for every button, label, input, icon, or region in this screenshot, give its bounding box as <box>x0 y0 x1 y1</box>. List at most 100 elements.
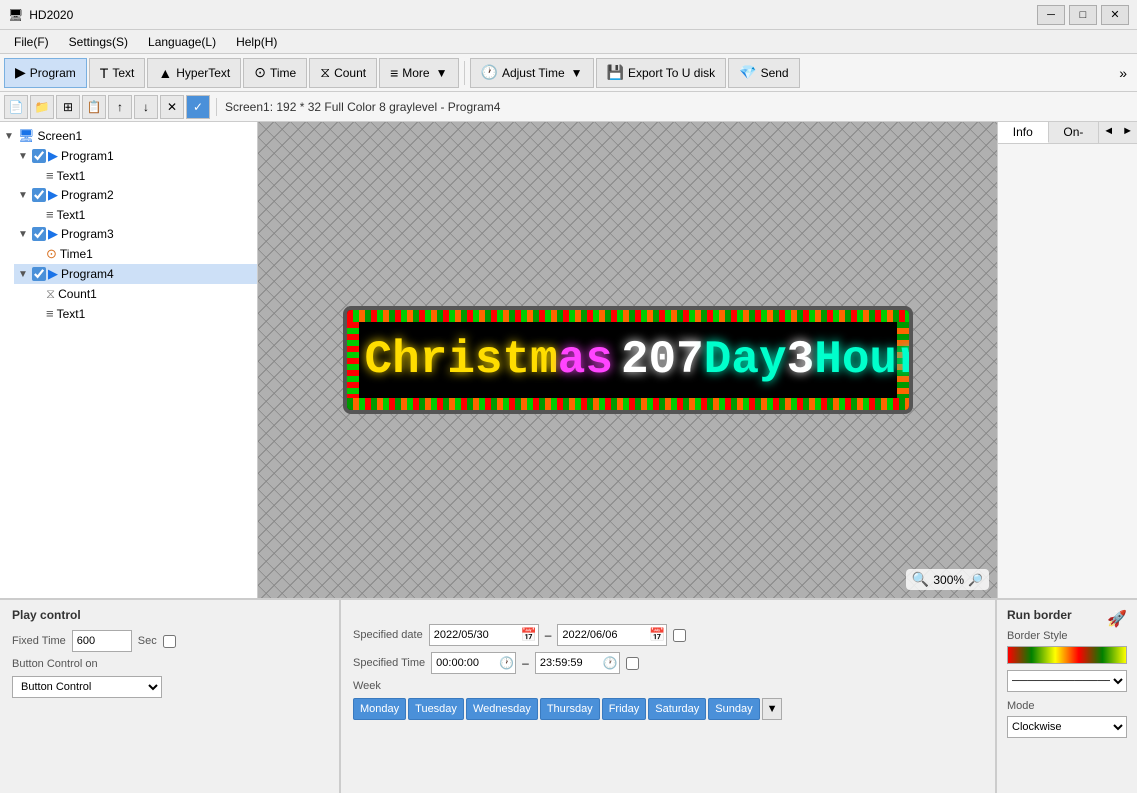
sec-label: Sec <box>138 635 157 647</box>
time-checkbox[interactable] <box>626 657 639 670</box>
cal-to-icon[interactable]: 📅 <box>649 627 665 643</box>
minimize-button[interactable]: ─ <box>1037 5 1065 25</box>
sunday-btn[interactable]: Sunday <box>708 698 759 720</box>
menu-file[interactable]: File(F) <box>4 33 59 51</box>
zoom-in-icon[interactable]: 🔍 <box>912 571 929 588</box>
program1-icon: ▶ <box>48 148 58 164</box>
time-to-wrap: 🕐 <box>535 652 620 674</box>
tree-label-count1: Count1 <box>58 287 97 301</box>
tree-arrow-program3: ▼ <box>18 229 32 240</box>
time-from-wrap: 🕐 <box>431 652 516 674</box>
led-content: Christm as 207 Day 3 Hour <box>359 322 897 398</box>
new-button[interactable]: 📄 <box>4 95 28 119</box>
send-button[interactable]: 💎 Send <box>728 58 799 88</box>
tree-label-program3: Program3 <box>61 227 114 241</box>
time-button[interactable]: ⊙ Time <box>243 58 307 88</box>
count-button[interactable]: ⧖ Count <box>309 58 377 88</box>
move-up-button[interactable]: ↑ <box>108 95 132 119</box>
led-hour-text: Hour <box>814 334 912 386</box>
adjust-time-button[interactable]: 🕐 Adjust Time ▼ <box>470 58 594 88</box>
rocket-icon: 🚀 <box>1107 609 1127 629</box>
check-button[interactable]: ✓ <box>186 95 210 119</box>
program2-checkbox[interactable] <box>32 188 46 202</box>
wednesday-btn[interactable]: Wednesday <box>466 698 538 720</box>
zoom-bar: 🔍 300% 🔎 <box>906 569 989 590</box>
more-button[interactable]: ≡ More ▼ <box>379 58 458 88</box>
hypertext-button[interactable]: ▲ HyperText <box>147 58 241 88</box>
tree-label-text1b: Text1 <box>57 208 86 222</box>
menu-language[interactable]: Language(L) <box>138 33 226 51</box>
button-control-select[interactable]: Button Control <box>12 676 162 698</box>
friday-btn[interactable]: Friday <box>602 698 647 720</box>
tree-item-program1[interactable]: ▼ ▶ Program1 <box>14 146 257 166</box>
clock-to-icon[interactable]: 🕐 <box>603 656 618 670</box>
border-style-select[interactable]: ────────────── <box>1007 670 1127 692</box>
more-dropdown-icon: ▼ <box>436 66 448 80</box>
tab-on[interactable]: On- <box>1049 122 1100 143</box>
button-control-row: Button Control on <box>12 658 327 670</box>
led-count-text: 207 <box>621 334 704 386</box>
specified-time-label: Specified Time <box>353 657 425 669</box>
close-button[interactable]: ✕ <box>1101 5 1129 25</box>
program-button[interactable]: ▶ Program <box>4 58 87 88</box>
week-label: Week <box>353 680 381 692</box>
tree-item-text1c[interactable]: ≡ Text1 <box>28 304 257 323</box>
menu-settings[interactable]: Settings(S) <box>59 33 138 51</box>
tree-item-program3[interactable]: ▼ ▶ Program3 <box>14 224 257 244</box>
schedule-spacer <box>353 608 983 624</box>
maximize-button[interactable]: □ <box>1069 5 1097 25</box>
main-toolbar: ▶ Program T Text ▲ HyperText ⊙ Time ⧖ Co… <box>0 54 1137 92</box>
copy-button[interactable]: ⊞ <box>56 95 80 119</box>
tree-item-text1a[interactable]: ≡ Text1 <box>28 166 257 185</box>
app-icon: 🖥 <box>8 8 23 22</box>
date-checkbox[interactable] <box>673 629 686 642</box>
program1-checkbox[interactable] <box>32 149 46 163</box>
toolbar-expand-button[interactable]: » <box>1113 63 1133 83</box>
specified-date-label: Specified date <box>353 629 423 641</box>
clock-from-icon[interactable]: 🕐 <box>499 656 514 670</box>
program3-icon: ▶ <box>48 226 58 242</box>
text-button[interactable]: T Text <box>89 58 146 88</box>
led-border-left <box>347 322 359 398</box>
mode-select[interactable]: Clockwise Counter-Clockwise Static Blink <box>1007 716 1127 738</box>
cal-from-icon[interactable]: 📅 <box>521 627 537 643</box>
zoom-out-icon[interactable]: 🔎 <box>968 573 983 587</box>
monday-btn[interactable]: Monday <box>353 698 406 720</box>
tuesday-btn[interactable]: Tuesday <box>408 698 464 720</box>
schedule-section: Specified date 📅 – 📅 Specified Time 🕐 – … <box>341 600 997 793</box>
right-panel-scroll-right[interactable]: ► <box>1118 122 1137 143</box>
info-panel-content <box>998 144 1137 156</box>
tree-item-time1[interactable]: ⊙ Time1 <box>28 244 257 264</box>
main-layout: ▼ 🖥 Screen1 ▼ ▶ Program1 ≡ Text1 ▼ ▶ Pro… <box>0 122 1137 598</box>
icon-toolbar: 📄 📁 ⊞ 📋 ↑ ↓ ✕ ✓ Screen1: 192 * 32 Full C… <box>0 92 1137 122</box>
export-button[interactable]: 💾 Export To U disk <box>596 58 727 88</box>
time1-icon: ⊙ <box>46 246 57 262</box>
week-dropdown-btn[interactable]: ▼ <box>762 698 783 720</box>
tree-item-program2[interactable]: ▼ ▶ Program2 <box>14 185 257 205</box>
move-down-button[interactable]: ↓ <box>134 95 158 119</box>
tree-item-screen1[interactable]: ▼ 🖥 Screen1 <box>0 126 257 146</box>
tab-info[interactable]: Info <box>998 122 1049 143</box>
paste-button[interactable]: 📋 <box>82 95 106 119</box>
date-separator: – <box>545 628 552 642</box>
thursday-btn[interactable]: Thursday <box>540 698 600 720</box>
saturday-btn[interactable]: Saturday <box>648 698 706 720</box>
fixed-time-input[interactable] <box>72 630 132 652</box>
tree-arrow-program4: ▼ <box>18 269 32 280</box>
tree-item-program4[interactable]: ▼ ▶ Program4 <box>14 264 257 284</box>
delete-button[interactable]: ✕ <box>160 95 184 119</box>
tree-label-text1c: Text1 <box>57 307 86 321</box>
text1b-icon: ≡ <box>46 207 54 222</box>
open-button[interactable]: 📁 <box>30 95 54 119</box>
program3-checkbox[interactable] <box>32 227 46 241</box>
program4-checkbox[interactable] <box>32 267 46 281</box>
menu-help[interactable]: Help(H) <box>226 33 287 51</box>
fixed-time-checkbox[interactable] <box>163 635 176 648</box>
right-panel-scroll-left[interactable]: ◄ <box>1099 122 1118 143</box>
button-control-select-row: Button Control <box>12 676 327 698</box>
tree-item-text1b[interactable]: ≡ Text1 <box>28 205 257 224</box>
border-preview <box>1007 646 1127 664</box>
fixed-time-row: Fixed Time Sec <box>12 630 327 652</box>
specified-time-row: Specified Time 🕐 – 🕐 <box>353 652 983 674</box>
tree-item-count1[interactable]: ⧖ Count1 <box>28 284 257 304</box>
